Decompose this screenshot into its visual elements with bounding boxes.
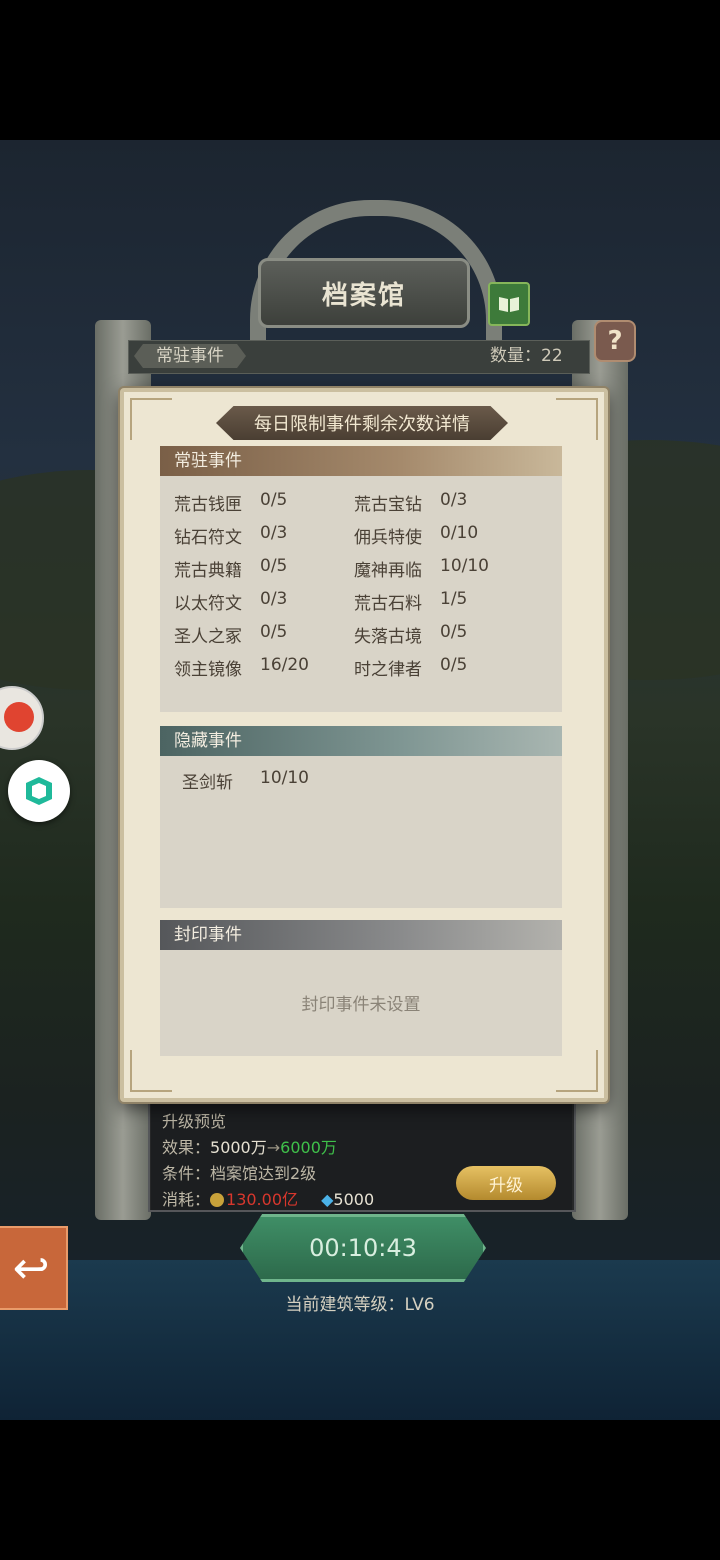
event-count: 数量：22 — [490, 346, 563, 366]
corner-ornament — [556, 1050, 598, 1092]
corner-ornament — [130, 398, 172, 440]
event-detail-popup: 每日限制事件剩余次数详情 常驻事件 荒古钱匣 0/5 荒古宝钻 0/3 钻石符文 0/… — [120, 388, 608, 1102]
resident-events-header: 常驻事件 — [160, 446, 562, 476]
assistant-float-button[interactable] — [0, 686, 44, 750]
book-icon[interactable] — [488, 282, 530, 326]
diamond-icon: ◆ — [321, 1190, 334, 1209]
current-level: 当前建筑等级：LV6 — [285, 1295, 435, 1315]
cost-label: 消耗： — [162, 1190, 211, 1209]
popup-title: 每日限制事件剩余次数详情 — [216, 406, 508, 440]
upgrade-cost: 消耗： 130.00亿 ◆5000 — [162, 1186, 374, 1210]
effect-to: 6000万 — [280, 1138, 337, 1157]
water — [0, 1260, 720, 1420]
corner-ornament — [556, 398, 598, 440]
effect-label: 效果： — [162, 1138, 211, 1157]
hidden-events-header: 隐藏事件 — [160, 726, 562, 756]
upgrade-header: 升级预览 — [162, 1112, 227, 1131]
sealed-events-header: 封印事件 — [160, 920, 562, 950]
back-arrow-icon[interactable]: ↩ — [0, 1226, 68, 1310]
upgrade-button[interactable]: 升级 — [456, 1166, 556, 1200]
resident-events-section: 常驻事件 荒古钱匣 0/5 荒古宝钻 0/3 钻石符文 0/3 佣兵特使 0/10 荒古… — [160, 446, 562, 712]
help-icon[interactable]: ? — [594, 320, 636, 362]
sealed-empty-text: 封印事件未设置 — [301, 995, 421, 1015]
cost-diamond: 5000 — [333, 1190, 375, 1209]
upgrade-effect: 效果：5000万→6000万 — [162, 1134, 337, 1158]
cost-gold: 130.00亿 — [226, 1190, 299, 1209]
upgrade-condition: 条件：档案馆达到2级 — [162, 1164, 317, 1183]
building-title: 档案馆 — [258, 258, 470, 328]
cube-icon[interactable] — [8, 760, 70, 822]
game-scene: 档案馆 ? 常驻事件 数量：22 升级预览 效果：5000万→6000万 条件：… — [0, 140, 720, 1420]
timer-button[interactable]: 00:10:43 — [240, 1214, 486, 1282]
tab-resident-events[interactable]: 常驻事件 — [134, 344, 246, 368]
effect-arrow: → — [266, 1138, 281, 1157]
effect-from: 5000万 — [210, 1138, 267, 1157]
sealed-events-section: 封印事件 封印事件未设置 — [160, 920, 562, 1056]
corner-ornament — [130, 1050, 172, 1092]
gold-coin-icon — [210, 1193, 225, 1207]
hidden-events-section: 隐藏事件 圣剑斩 10/10 — [160, 726, 562, 908]
